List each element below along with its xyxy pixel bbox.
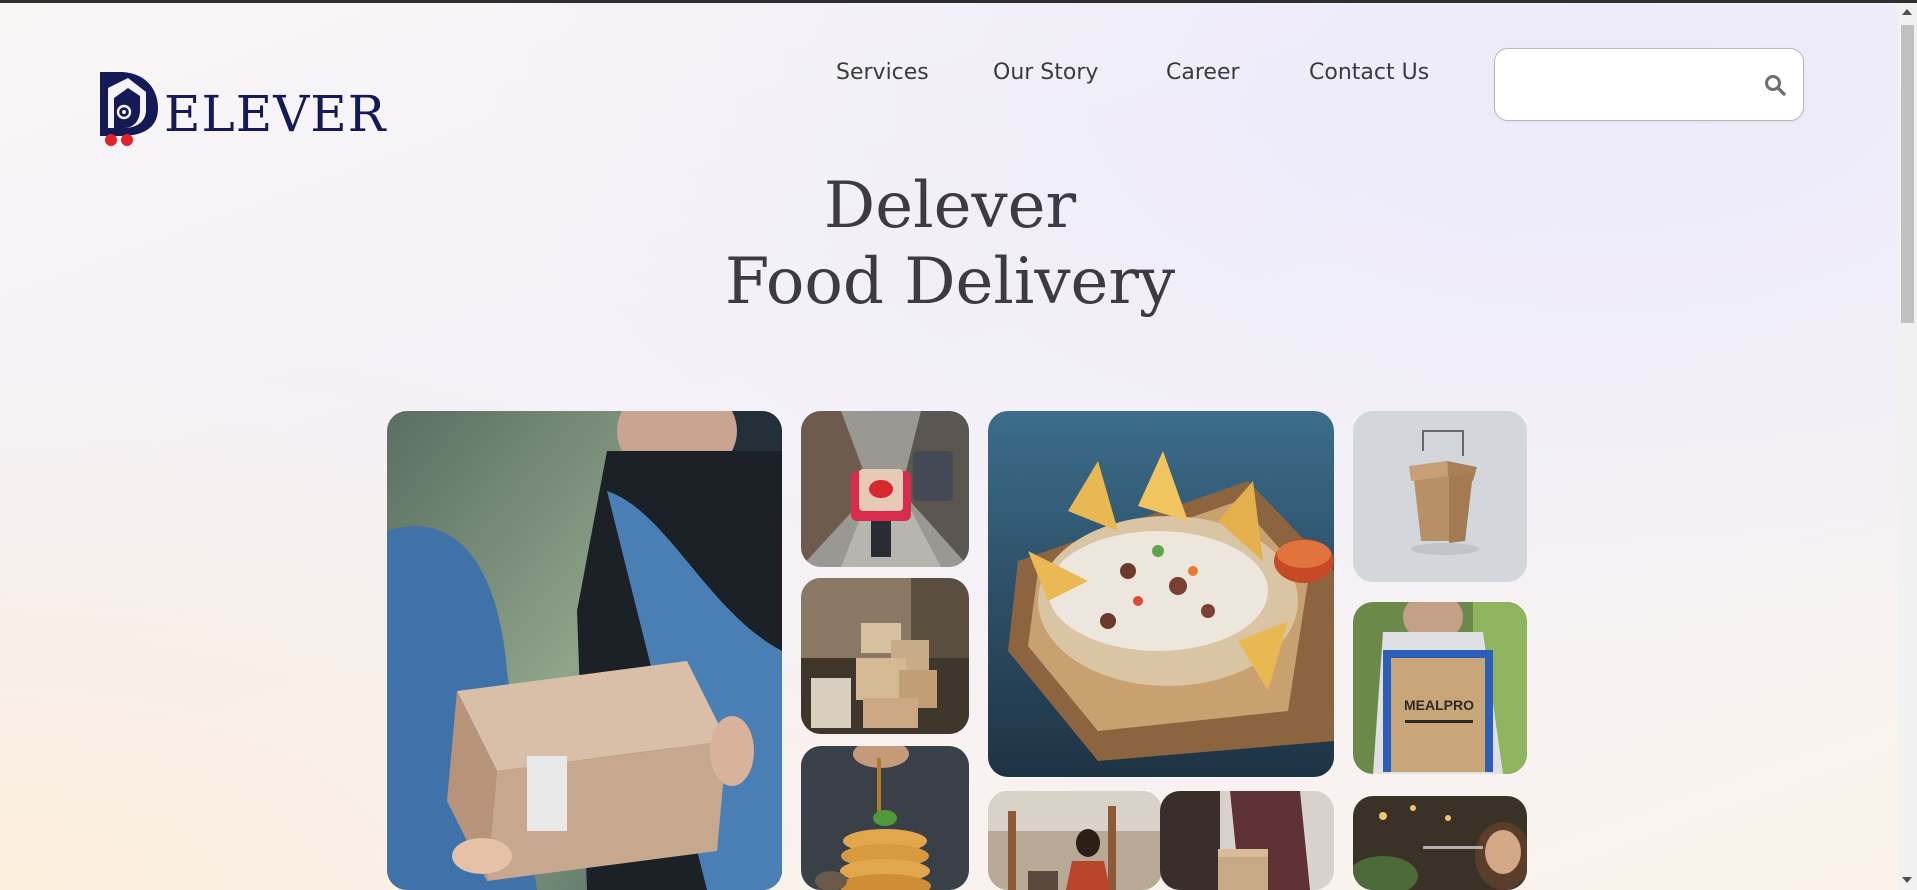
hero-title-line-1: Delever xyxy=(823,169,1077,243)
nav-item-contact-us[interactable]: Contact Us xyxy=(1309,60,1429,85)
photo-office-worker[interactable] xyxy=(988,791,1162,890)
photo-nachos-tray[interactable] xyxy=(988,411,1334,777)
photo-dining-woman[interactable] xyxy=(1353,796,1527,890)
mealpro-box-label: MEALPRO xyxy=(1404,697,1474,713)
photo-package-handoff[interactable] xyxy=(387,411,782,890)
scroll-up-arrow-icon[interactable] xyxy=(1902,9,1912,15)
hero-title-line-2: Food Delivery xyxy=(724,245,1176,319)
search-box[interactable] xyxy=(1494,48,1804,121)
hero-title: Delever Food Delivery xyxy=(700,168,1200,320)
brand-logo[interactable]: ELEVER xyxy=(98,70,385,150)
photo-takeout-box[interactable] xyxy=(1353,411,1527,582)
page-scrollbar[interactable] xyxy=(1898,3,1917,890)
photo-stacked-boxes[interactable] xyxy=(801,578,969,734)
nav-item-career[interactable]: Career xyxy=(1166,60,1240,85)
search-icon[interactable] xyxy=(1763,73,1787,97)
photo-delivery-cyclist[interactable] xyxy=(801,411,969,567)
nav-item-our-story[interactable]: Our Story xyxy=(993,60,1098,85)
photo-pancakes[interactable] xyxy=(801,746,969,890)
photo-mealpro-box[interactable]: MEALPRO xyxy=(1353,602,1527,774)
search-input[interactable] xyxy=(1511,67,1755,105)
logo-mark-icon xyxy=(100,72,158,146)
nav-item-services[interactable]: Services xyxy=(836,60,929,85)
scroll-down-arrow-icon[interactable] xyxy=(1902,877,1912,883)
photo-box-delivery[interactable] xyxy=(1160,791,1334,890)
brand-name: ELEVER xyxy=(164,85,387,143)
scrollbar-thumb[interactable] xyxy=(1901,25,1914,323)
